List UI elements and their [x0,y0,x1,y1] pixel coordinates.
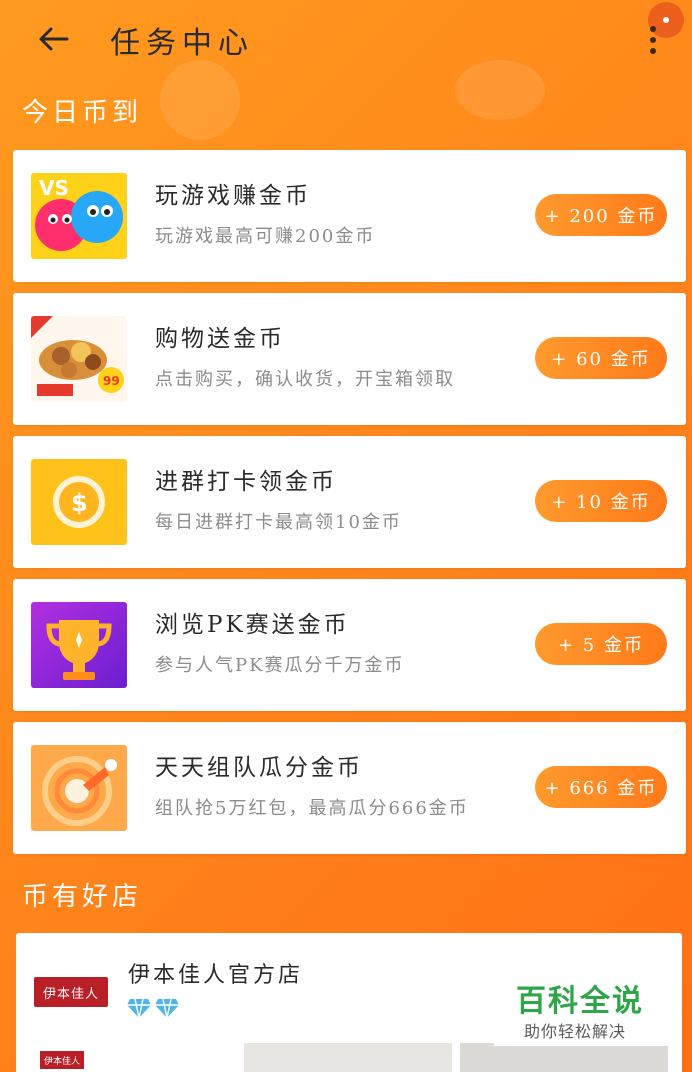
dot [650,26,656,32]
back-arrow-icon [39,27,69,51]
task-card-checkin-group[interactable]: $ 进群打卡领金币 每日进群打卡最高领10金币 + 10 金币 [13,436,686,568]
reward-button[interactable]: + 60 金币 [535,337,667,379]
task-title: 进群打卡领金币 [155,469,337,495]
task-description: 点击购买，确认收货，开宝箱领取 [155,369,455,390]
dot [650,48,656,54]
task-card-shopping[interactable]: 99 购物送金币 点击购买，确认收货，开宝箱领取 + 60 金币 [13,293,686,425]
product-image[interactable] [460,1043,668,1072]
price-label: 99 [103,374,120,388]
reward-button[interactable]: + 5 金币 [535,623,667,665]
task-title: 天天组队瓜分金币 [155,755,363,781]
diamond-icon [127,998,151,1019]
shop-logo-small: 伊本佳人 [40,1051,84,1069]
task-description: 组队抢5万红包，最高瓜分666金币 [155,798,469,819]
dollar-label: $ [71,489,88,517]
section-title-shop: 币有好店 [22,882,143,912]
watermark: 百科全说 助你轻松解决 [494,962,672,1046]
page-title: 任务中心 [110,26,254,61]
task-description: 玩游戏最高可赚200金币 [155,226,376,247]
more-options-button[interactable] [638,20,668,60]
vs-label: VS [39,176,69,200]
team-red-packet-icon [31,745,127,831]
reward-button[interactable]: + 200 金币 [535,194,667,236]
task-card-pk[interactable]: 浏览PK赛送金币 参与人气PK赛瓜分千万金币 + 5 金币 [13,579,686,711]
task-description: 参与人气PK赛瓜分千万金币 [155,655,405,676]
shop-logo: 伊本佳人 [34,977,108,1007]
task-description: 每日进群打卡最高领10金币 [155,512,402,533]
trophy-icon [31,602,127,688]
watermark-title: 百科全说 [516,984,644,1019]
task-card-game[interactable]: VS 玩游戏赚金币 玩游戏最高可赚200金币 + 200 金币 [13,150,686,282]
shopping-basket-icon: 99 [31,316,127,402]
back-button[interactable] [30,18,76,60]
task-title: 购物送金币 [155,326,285,352]
task-title: 玩游戏赚金币 [155,183,311,209]
task-title: 浏览PK赛送金币 [155,612,350,638]
section-title-checkin: 今日币到 [22,98,143,128]
watermark-subtitle: 助你轻松解决 [524,1022,627,1041]
diamond-icon [155,998,179,1019]
vs-game-icon: VS [31,173,127,259]
dollar-coin-icon: $ [31,459,127,545]
shop-badges [126,997,180,1019]
reward-button[interactable]: + 10 金币 [535,480,667,522]
task-card-team[interactable]: 天天组队瓜分金币 组队抢5万红包，最高瓜分666金币 + 666 金币 [13,722,686,854]
shop-name: 伊本佳人官方店 [128,963,304,988]
dot [650,37,656,43]
app-header: 任务中心 [0,0,692,80]
product-image[interactable] [244,1043,452,1072]
reward-button[interactable]: + 666 金币 [535,766,667,808]
